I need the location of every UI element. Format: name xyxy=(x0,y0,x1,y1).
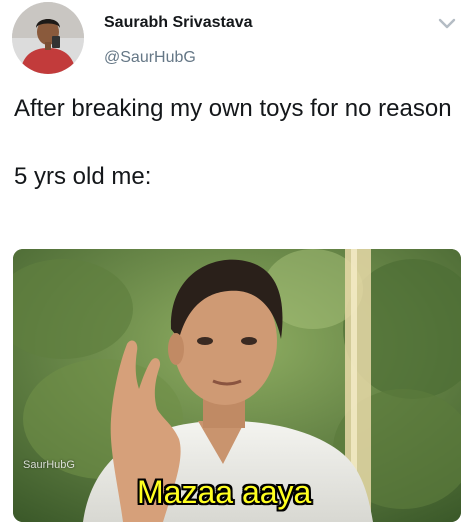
chevron-down-icon[interactable] xyxy=(438,18,456,30)
avatar-image xyxy=(12,2,84,74)
author-handle[interactable]: @SaurHubG xyxy=(104,48,253,68)
tweet-media[interactable]: SaurHubG Mazaa aaya xyxy=(13,249,461,522)
avatar[interactable] xyxy=(12,2,84,74)
tweet-card: Saurabh Srivastava @SaurHubG After break… xyxy=(0,0,474,528)
tweet-text: After breaking my own toys for no reason… xyxy=(14,92,454,194)
media-subtitle: Mazaa aaya xyxy=(137,474,312,510)
tweet-line-2: 5 yrs old me: xyxy=(14,163,152,190)
tweet-line-1: After breaking my own toys for no reason xyxy=(14,95,452,122)
author-name[interactable]: Saurabh Srivastava xyxy=(104,13,253,33)
author-block: Saurabh Srivastava @SaurHubG xyxy=(104,13,253,68)
media-watermark: SaurHubG xyxy=(23,459,75,471)
